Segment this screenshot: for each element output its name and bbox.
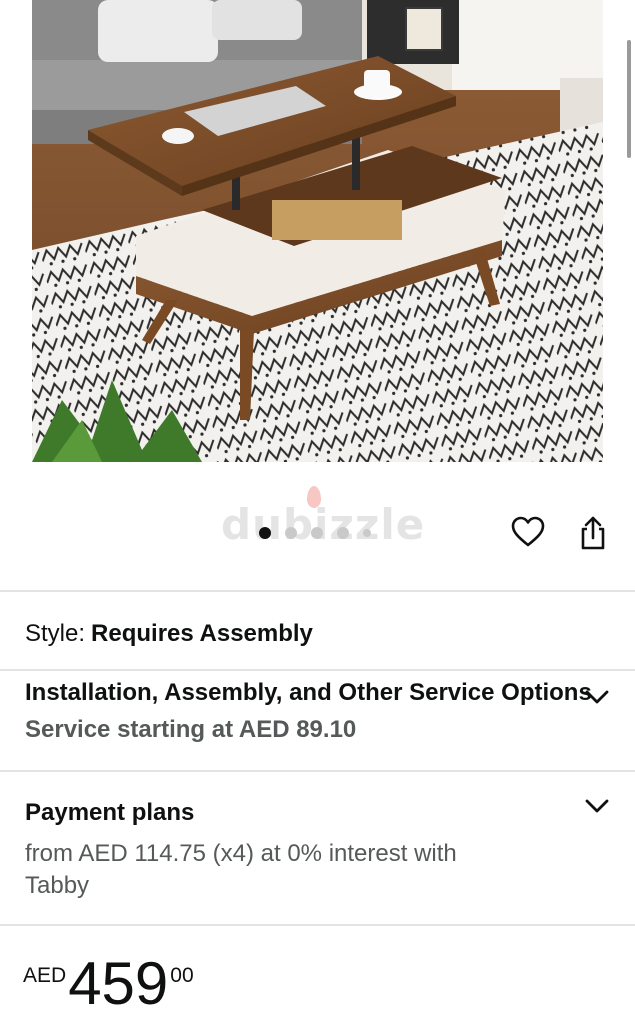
price: AED 459 00: [23, 948, 194, 1020]
divider: [0, 669, 635, 671]
price-fraction: 00: [170, 964, 194, 987]
carousel-dot[interactable]: [337, 527, 349, 539]
style-label: Style:: [25, 620, 86, 647]
product-image[interactable]: [32, 0, 603, 462]
payment-plans-title[interactable]: Payment plans: [25, 799, 194, 827]
chevron-down-icon[interactable]: [584, 797, 610, 815]
divider: [0, 770, 635, 772]
product-image-area: [0, 0, 635, 500]
payment-plans-description: from AED 114.75 (x4) at 0% interest with…: [25, 840, 457, 899]
style-row[interactable]: Style: Requires Assembly: [25, 620, 313, 648]
service-options-title[interactable]: Installation, Assembly, and Other Servic…: [25, 679, 592, 707]
divider: [0, 590, 635, 592]
carousel-dot[interactable]: [259, 527, 271, 539]
carousel-dots: [259, 527, 371, 539]
chevron-down-icon[interactable]: [584, 688, 610, 706]
price-whole: 459: [68, 950, 169, 1017]
service-starting-price: Service starting at AED 89.10: [25, 716, 357, 743]
flame-icon: [307, 486, 321, 508]
divider: [0, 924, 635, 926]
price-currency: AED: [23, 964, 67, 987]
heart-icon: [511, 516, 545, 547]
wishlist-button[interactable]: [508, 512, 548, 552]
share-button[interactable]: [573, 513, 613, 553]
dubizzle-watermark: dubizzle: [221, 486, 426, 549]
carousel-dot[interactable]: [285, 527, 297, 539]
style-value: Requires Assembly: [91, 620, 313, 647]
carousel-dot[interactable]: [363, 529, 371, 537]
share-icon: [581, 516, 605, 550]
carousel-dot[interactable]: [311, 527, 323, 539]
watermark-text: dubizzle: [221, 500, 426, 549]
scrollbar[interactable]: [627, 40, 631, 158]
